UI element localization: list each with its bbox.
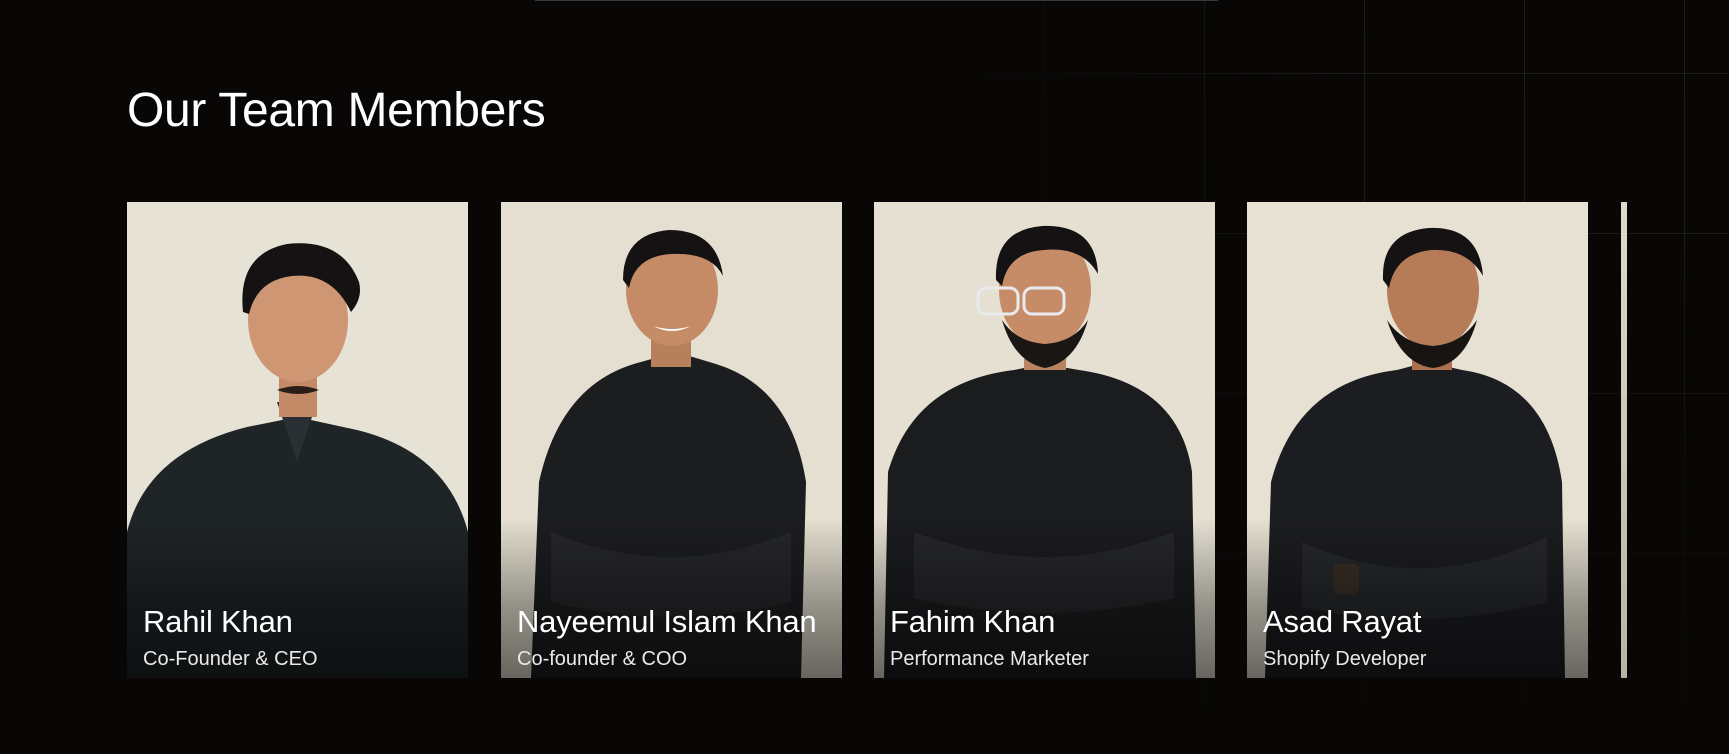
member-role: Co-Founder & CEO [143, 648, 318, 670]
member-role: Shopify Developer [1263, 648, 1427, 670]
top-divider [535, 0, 1218, 1]
member-role: Co-founder & COO [517, 648, 688, 670]
next-card-peek[interactable] [1621, 202, 1627, 678]
team-section: Our Team Members Rahil Khan Co-Founder &… [0, 0, 1729, 754]
card-caption: Fahim Khan Performance Marketer [890, 606, 1203, 671]
member-name: Rahil Khan [143, 604, 293, 639]
member-name: Nayeemul Islam Khan [517, 604, 817, 639]
team-card-fahim-khan[interactable]: Fahim Khan Performance Marketer [874, 202, 1215, 678]
member-name: Asad Rayat [1263, 604, 1422, 639]
team-card-rahil-khan[interactable]: Rahil Khan Co-Founder & CEO [127, 202, 468, 678]
card-caption: Rahil Khan Co-Founder & CEO [143, 606, 456, 671]
member-name: Fahim Khan [890, 604, 1056, 639]
card-caption: Nayeemul Islam Khan Co-founder & COO [517, 606, 830, 671]
section-title: Our Team Members [127, 84, 546, 137]
team-card-asad-rayat[interactable]: Asad Rayat Shopify Developer [1247, 202, 1588, 678]
card-caption: Asad Rayat Shopify Developer [1263, 606, 1576, 671]
team-card-nayeemul-islam-khan[interactable]: Nayeemul Islam Khan Co-founder & COO [501, 202, 842, 678]
member-role: Performance Marketer [890, 648, 1089, 670]
